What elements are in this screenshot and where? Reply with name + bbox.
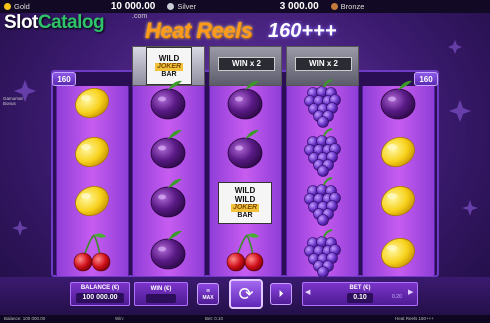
jackpot-name: Gold — [14, 2, 30, 11]
reel-4 — [286, 86, 359, 276]
lines-badge-right[interactable]: 160 — [414, 72, 438, 86]
balance-label: BALANCE (€) — [80, 285, 120, 291]
status-game: Heat Reels 160+++ — [395, 316, 434, 321]
game-title: Heat Reels — [145, 18, 253, 43]
wild-joker-bar-stack: WILD WILD JOKER BAR — [218, 182, 272, 224]
stack-icon: ≡ — [205, 287, 211, 295]
bet-label: BET (€) — [349, 285, 371, 291]
reel-5 — [362, 86, 435, 276]
bet-decrease-icon[interactable]: ◀ — [305, 288, 310, 296]
jackpot-name: Silver — [177, 2, 197, 11]
watermark-logo: SlotCatalog — [4, 12, 105, 33]
provider-logo: Gamomat Bonus — [3, 96, 23, 106]
status-balance: Balance: 100 000.00 — [4, 316, 46, 321]
reel-2 — [132, 86, 205, 276]
autoplay-button[interactable]: ⏵ — [270, 283, 292, 305]
jackpot-value: 3 000.00 — [279, 1, 319, 12]
reel-1 — [56, 86, 129, 276]
status-win: Win: — [115, 316, 124, 321]
jackpot-bronze: Bronze — [327, 0, 490, 13]
silver-coin-icon — [167, 3, 175, 10]
reel-head-wild: WILD JOKER BAR — [132, 46, 205, 86]
win-multiplier-label: WIN x 2 — [295, 57, 352, 71]
reel-head-multiplier: WIN x 2 — [209, 46, 282, 86]
bet-value: 0.10 — [347, 293, 373, 303]
bronze-coin-icon — [330, 3, 338, 10]
lines-badge-left[interactable]: 160 — [52, 72, 76, 86]
autoplay-icon: ⏵ — [278, 288, 284, 300]
jackpot-silver: Silver 3 000.00 — [163, 0, 326, 13]
game-subtitle: 160+++ — [268, 20, 337, 42]
max-bet-button[interactable]: ≡ MAX — [197, 283, 219, 305]
win-multiplier-label: WIN x 2 — [218, 57, 275, 71]
status-bar: Balance: 100 000.00 Win: Bet: 0.10 Heat … — [0, 315, 490, 323]
spin-button[interactable]: ⟳ — [229, 279, 263, 309]
reel-head-multiplier: WIN x 2 — [286, 46, 359, 86]
bet-next-value: 0.20 — [392, 294, 402, 300]
balance-panel: BALANCE (€) 100 000.00 — [70, 282, 130, 306]
jackpot-value: 10 000.00 — [110, 1, 156, 12]
spin-arrows-icon: ⟳ — [238, 283, 254, 304]
win-panel: WIN (€) — [134, 282, 188, 306]
bet-increase-icon[interactable]: ▶ — [408, 288, 413, 296]
reel-3 — [209, 86, 282, 276]
jackpot-name: Bronze — [340, 2, 365, 11]
win-label: WIN (€) — [150, 285, 172, 292]
gold-coin-icon — [4, 3, 11, 10]
wild-joker-bar-symbol: WILD JOKER BAR — [146, 47, 192, 85]
status-bet: Bet: 0.10 — [205, 316, 224, 321]
win-value — [146, 293, 176, 303]
balance-value: 100 000.00 — [76, 293, 124, 303]
